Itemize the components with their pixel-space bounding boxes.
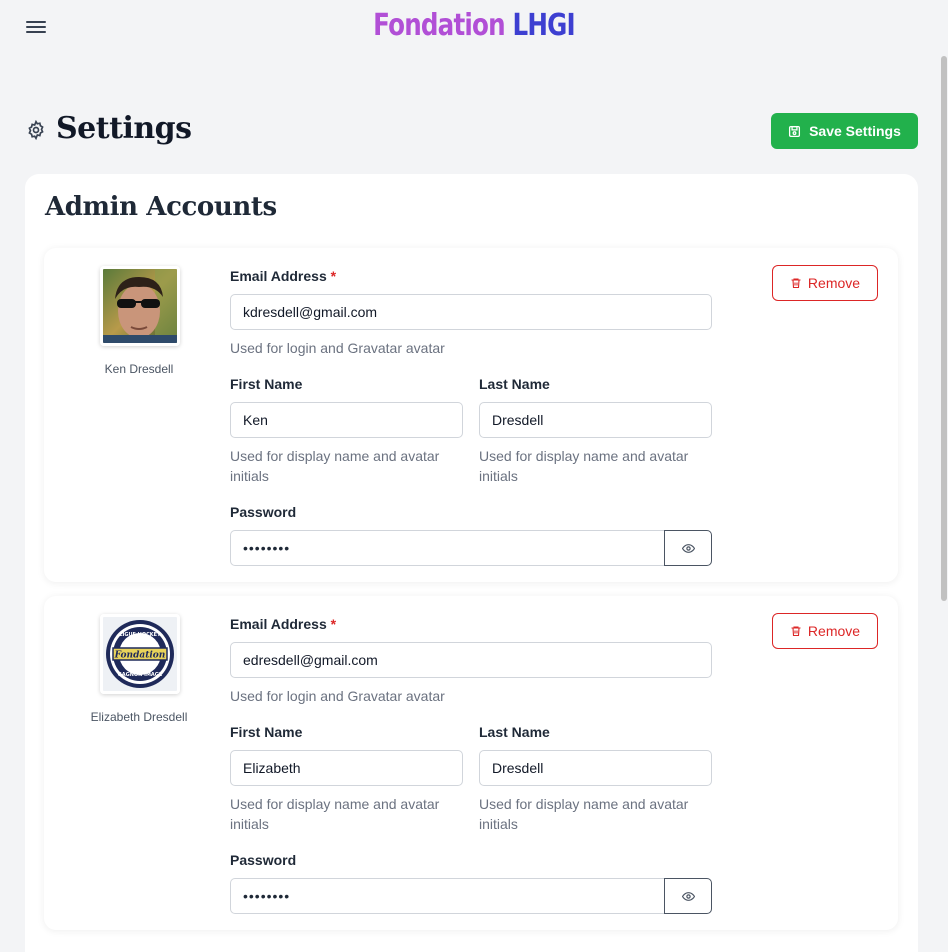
email-field[interactable]: edresdell@gmail.com: [230, 642, 712, 678]
email-help-text: Used for login and Gravatar avatar: [230, 688, 445, 704]
gear-icon: [28, 120, 44, 140]
save-settings-button[interactable]: Save Settings: [771, 113, 918, 149]
last-name-label: Last Name: [479, 376, 550, 392]
logo-text-bottom: GAGNON IMAGE: [118, 672, 163, 678]
page-header: Settings Save Settings: [26, 111, 918, 150]
account-card: Fondation LIGUE HOCKEY GAGNON IMAGE Eliz…: [44, 596, 898, 930]
avatar-photo: [103, 269, 177, 343]
brand-name-part2: LHGI: [512, 8, 576, 43]
password-group: ••••••••: [230, 878, 712, 914]
top-bar: Fondation LHGI: [0, 0, 948, 56]
floppy-disk-icon: [789, 125, 801, 137]
admin-accounts-panel: Admin Accounts Ken Dresdell Email Addres…: [25, 174, 918, 952]
password-label: Password: [230, 852, 297, 868]
email-label-text: Email Address: [230, 268, 327, 284]
remove-label: Remove: [807, 275, 861, 291]
password-label: Password: [230, 504, 297, 520]
save-settings-label: Save Settings: [809, 123, 901, 139]
first-name-field[interactable]: Elizabeth: [230, 750, 463, 786]
account-card: Ken Dresdell Email Address * kdresdell@g…: [44, 248, 898, 582]
hamburger-icon[interactable]: [26, 18, 46, 38]
avatar-display-name: Ken Dresdell: [104, 362, 174, 376]
brand-logo[interactable]: Fondation LHGI: [85, 8, 862, 43]
email-field[interactable]: kdresdell@gmail.com: [230, 294, 712, 330]
email-label-text: Email Address: [230, 616, 327, 632]
remove-account-button[interactable]: Remove: [772, 613, 878, 649]
fondation-logo-image: Fondation LIGUE HOCKEY GAGNON IMAGE: [103, 617, 177, 691]
avatar: Fondation LIGUE HOCKEY GAGNON IMAGE: [100, 614, 180, 694]
remove-label: Remove: [807, 623, 861, 639]
last-name-label: Last Name: [479, 724, 550, 740]
scrollbar-thumb[interactable]: [941, 56, 947, 601]
remove-account-button[interactable]: Remove: [772, 265, 878, 301]
password-field[interactable]: ••••••••: [230, 530, 665, 566]
brand-name-part1: Fondation: [373, 8, 513, 43]
first-name-field[interactable]: Ken: [230, 402, 463, 438]
trash-icon: [791, 278, 801, 289]
first-name-help-text: Used for display name and avatar initial…: [230, 796, 440, 832]
trash-icon: [791, 626, 801, 637]
reveal-password-button[interactable]: [664, 530, 712, 566]
first-name-help-text: Used for display name and avatar initial…: [230, 448, 440, 484]
email-label: Email Address *: [230, 268, 336, 284]
avatar: [100, 266, 180, 346]
email-help-text: Used for login and Gravatar avatar: [230, 340, 445, 356]
first-name-label: First Name: [230, 724, 303, 740]
logo-text-top: LIGUE HOCKEY: [119, 632, 161, 638]
required-mark: *: [330, 268, 337, 284]
reveal-password-button[interactable]: [664, 878, 712, 914]
page-title: Settings: [56, 111, 192, 146]
password-field[interactable]: ••••••••: [230, 878, 665, 914]
last-name-help-text: Used for display name and avatar initial…: [479, 796, 689, 832]
section-title: Admin Accounts: [45, 192, 277, 222]
last-name-field[interactable]: Dresdell: [479, 750, 712, 786]
logo-text-middle: Fondation: [114, 651, 166, 661]
eye-icon: [681, 543, 695, 553]
password-group: ••••••••: [230, 530, 712, 566]
avatar-display-name: Elizabeth Dresdell: [90, 710, 188, 724]
last-name-field[interactable]: Dresdell: [479, 402, 712, 438]
eye-icon: [681, 891, 695, 901]
required-mark: *: [330, 616, 337, 632]
first-name-label: First Name: [230, 376, 303, 392]
last-name-help-text: Used for display name and avatar initial…: [479, 448, 689, 484]
email-label: Email Address *: [230, 616, 336, 632]
